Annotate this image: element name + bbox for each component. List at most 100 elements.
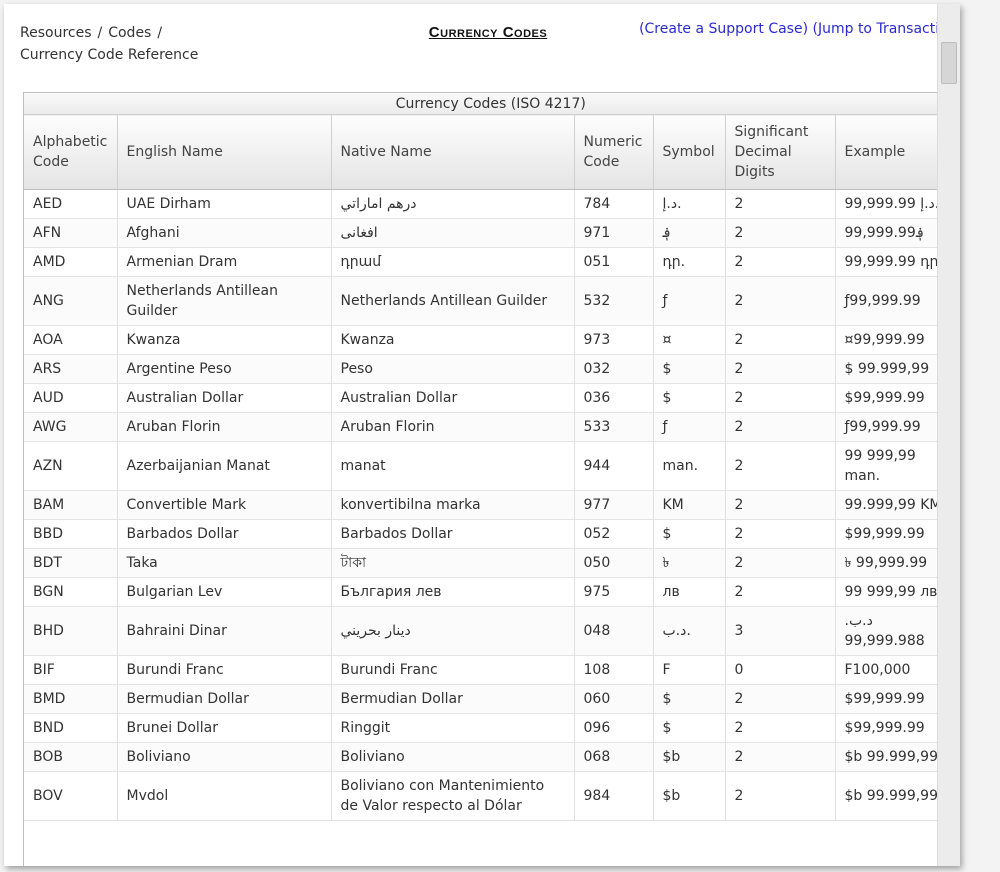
alphabetic-code-cell: BND xyxy=(24,713,118,743)
column-header: Native Name xyxy=(331,114,575,190)
create-support-case-link[interactable]: (Create a Support Case) xyxy=(639,21,808,37)
alphabetic-code-cell: AED xyxy=(24,189,118,219)
decimal-digits-cell: 3 xyxy=(725,606,836,656)
numeric-code-cell: 048 xyxy=(574,606,654,656)
english-name-cell: Afghani xyxy=(117,218,332,248)
numeric-code-cell: 096 xyxy=(574,713,654,743)
scrollbar-thumb[interactable] xyxy=(941,42,957,84)
decimal-digits-cell: 2 xyxy=(725,684,836,714)
decimal-digits-cell: 2 xyxy=(725,412,836,442)
native-name-cell: Burundi Franc xyxy=(331,655,575,685)
alphabetic-code-cell: AWG xyxy=(24,412,118,442)
alphabetic-code-cell: AUD xyxy=(24,383,118,413)
table-row: BND Brunei Dollar Ringgit 096 $2 $99,999.99 xyxy=(24,713,958,743)
table-row: BGN Bulgarian Lev България лев 975 лв 2 99 999… xyxy=(24,577,958,607)
alphabetic-code-cell: BAM xyxy=(24,490,118,520)
column-header: English Name xyxy=(117,114,332,190)
table-row: BMD Bermudian Dollar Bermudian Dollar 060 $2… xyxy=(24,684,958,714)
vertical-scrollbar[interactable] xyxy=(937,4,960,866)
symbol-cell: ؋ xyxy=(653,218,726,248)
english-name-cell: Argentine Peso xyxy=(117,354,332,384)
breadcrumb-item-current: Currency Code Reference xyxy=(20,47,199,63)
decimal-digits-cell: 2 xyxy=(725,441,836,491)
symbol-cell: դր. xyxy=(653,247,726,277)
decimal-digits-cell: 2 xyxy=(725,189,836,219)
english-name-cell: Taka xyxy=(117,548,332,578)
table-row: ARS Argentine Peso Peso 032 $2 $ 99.999,99 xyxy=(24,354,958,384)
decimal-digits-cell: 2 xyxy=(725,519,836,549)
numeric-code-cell: 533 xyxy=(574,412,654,442)
symbol-cell: $ xyxy=(653,713,726,743)
page-sheet: Resources / Codes / Currency Code Reference… xyxy=(4,4,960,866)
table-row: BBD Barbados Dollar Barbados Dollar 052 $2 $9… xyxy=(24,519,958,549)
english-name-cell: Burundi Franc xyxy=(117,655,332,685)
decimal-digits-cell: 2 xyxy=(725,490,836,520)
english-name-cell: Bermudian Dollar xyxy=(117,684,332,714)
column-header: Significant Decimal Digits xyxy=(725,114,836,190)
table-row: BOB Boliviano Boliviano 068 $b 2 $b 99.999,99 xyxy=(24,742,958,772)
table-row: AUD Australian Dollar Australian Dollar 036… xyxy=(24,383,958,413)
table-row: BOV Mvdol Boliviano con Mantenimiento de V… xyxy=(24,771,958,821)
decimal-digits-cell: 2 xyxy=(725,325,836,355)
native-name-cell: Boliviano xyxy=(331,742,575,772)
native-name-cell: Barbados Dollar xyxy=(331,519,575,549)
native-name-cell: manat xyxy=(331,441,575,491)
decimal-digits-cell: 2 xyxy=(725,354,836,384)
table-caption: Currency Codes (ISO 4217) xyxy=(24,93,958,115)
symbol-cell: $b xyxy=(653,742,726,772)
native-name-cell: konvertibilna marka xyxy=(331,490,575,520)
native-name-cell: Peso xyxy=(331,354,575,384)
symbol-cell: ¤ xyxy=(653,325,726,355)
alphabetic-code-cell: BHD xyxy=(24,606,118,656)
english-name-cell: Aruban Florin xyxy=(117,412,332,442)
table-row: BIF Burundi Franc Burundi Franc 108 F 0 F100,0… xyxy=(24,655,958,685)
english-name-cell: Brunei Dollar xyxy=(117,713,332,743)
alphabetic-code-cell: ANG xyxy=(24,276,118,326)
symbol-cell: man. xyxy=(653,441,726,491)
decimal-digits-cell: 2 xyxy=(725,742,836,772)
alphabetic-code-cell: BMD xyxy=(24,684,118,714)
symbol-cell: ƒ xyxy=(653,412,726,442)
currency-table: Currency Codes (ISO 4217) Alphabetic Cod… xyxy=(24,93,958,821)
symbol-cell: $ xyxy=(653,519,726,549)
numeric-code-cell: 051 xyxy=(574,247,654,277)
english-name-cell: Kwanza xyxy=(117,325,332,355)
decimal-digits-cell: 2 xyxy=(725,548,836,578)
native-name-cell: Bermudian Dollar xyxy=(331,684,575,714)
alphabetic-code-cell: ARS xyxy=(24,354,118,384)
native-name-cell: Aruban Florin xyxy=(331,412,575,442)
english-name-cell: Bahraini Dinar xyxy=(117,606,332,656)
alphabetic-code-cell: AFN xyxy=(24,218,118,248)
symbol-cell: лв xyxy=(653,577,726,607)
symbol-cell: ƒ xyxy=(653,276,726,326)
decimal-digits-cell: 2 xyxy=(725,247,836,277)
alphabetic-code-cell: BOB xyxy=(24,742,118,772)
english-name-cell: Mvdol xyxy=(117,771,332,821)
alphabetic-code-cell: AMD xyxy=(24,247,118,277)
native-name-cell: Kwanza xyxy=(331,325,575,355)
decimal-digits-cell: 0 xyxy=(725,655,836,685)
top-links: (Create a Support Case) (Jump to Transac… xyxy=(639,21,960,37)
decimal-digits-cell: 2 xyxy=(725,383,836,413)
alphabetic-code-cell: BOV xyxy=(24,771,118,821)
symbol-cell: $ xyxy=(653,354,726,384)
alphabetic-code-cell: BGN xyxy=(24,577,118,607)
table-row: BHD Bahraini Dinar دينار بحريني 048 د.ب. 3 د.ب… xyxy=(24,606,958,656)
native-name-cell: درهم اماراتي xyxy=(331,189,575,219)
column-header: Symbol xyxy=(653,114,726,190)
numeric-code-cell: 052 xyxy=(574,519,654,549)
symbol-cell: F xyxy=(653,655,726,685)
native-name-cell: دينار بحريني xyxy=(331,606,575,656)
numeric-code-cell: 108 xyxy=(574,655,654,685)
symbol-cell: د.إ. xyxy=(653,189,726,219)
numeric-code-cell: 068 xyxy=(574,742,654,772)
native-name-cell: Ringgit xyxy=(331,713,575,743)
numeric-code-cell: 971 xyxy=(574,218,654,248)
table-row: AWG Aruban Florin Aruban Florin 533 ƒ 2 ƒ99,99… xyxy=(24,412,958,442)
numeric-code-cell: 984 xyxy=(574,771,654,821)
alphabetic-code-cell: BIF xyxy=(24,655,118,685)
decimal-digits-cell: 2 xyxy=(725,771,836,821)
english-name-cell: Netherlands Antillean Guilder xyxy=(117,276,332,326)
decimal-digits-cell: 2 xyxy=(725,577,836,607)
alphabetic-code-cell: AOA xyxy=(24,325,118,355)
